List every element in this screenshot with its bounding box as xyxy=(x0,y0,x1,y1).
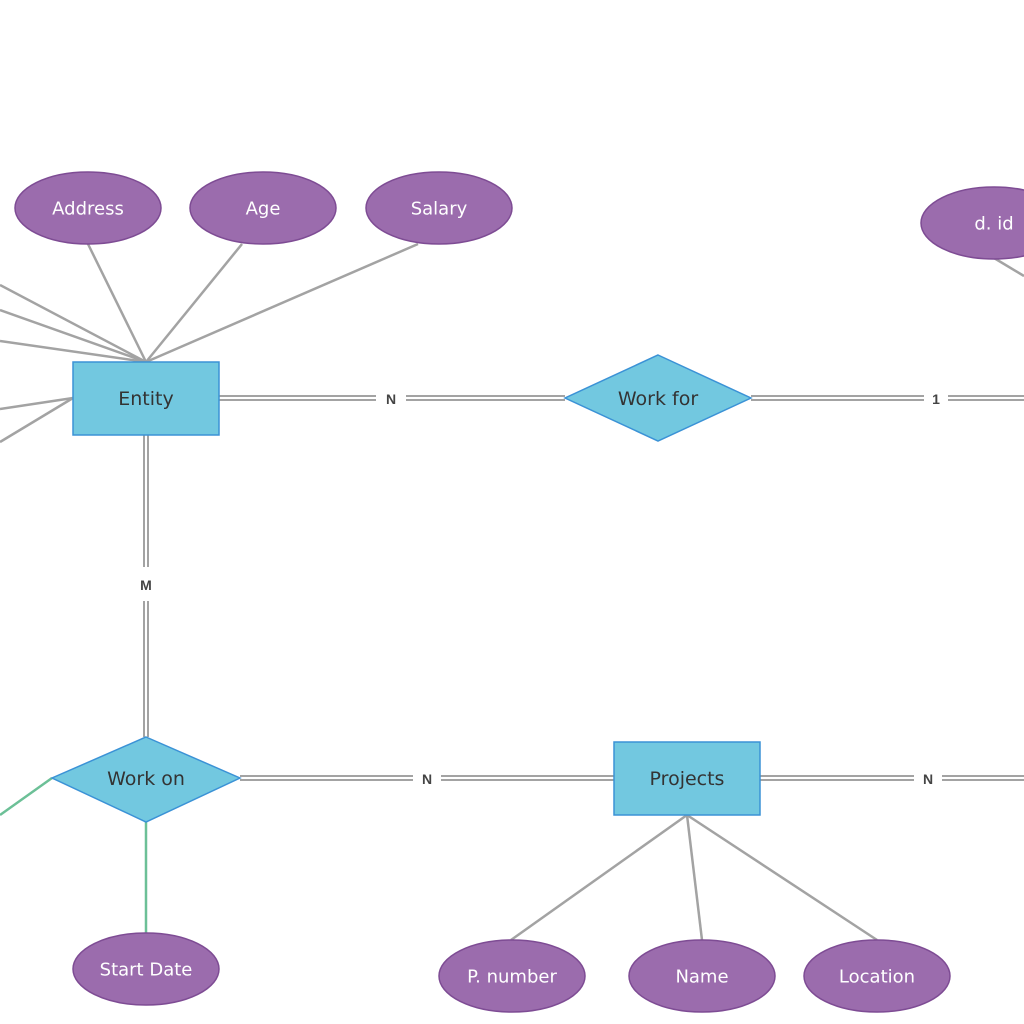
entity-label: Projects xyxy=(650,768,725,790)
attribute-label: Location xyxy=(839,967,915,988)
cardinality-label: N xyxy=(422,771,432,787)
cardinality-label: N xyxy=(386,391,396,407)
relationship-work-on[interactable]: Work on xyxy=(50,736,242,823)
connector-name xyxy=(685,814,704,941)
cardinality-workfor-right: 1 xyxy=(924,388,948,408)
cardinality-entity-workfor: N xyxy=(376,388,406,408)
cardinality-workon-projects: N xyxy=(413,768,441,788)
er-diagram-canvas: N 1 M N N Entity Projects Work for Work … xyxy=(0,171,1024,1013)
connector-salary xyxy=(145,242,419,364)
cardinality-labels: N 1 M N N xyxy=(134,388,948,788)
cardinality-entity-workon: M xyxy=(134,567,158,601)
attribute-salary[interactable]: Salary xyxy=(365,171,513,245)
attribute-start-date[interactable]: Start Date xyxy=(72,932,220,1006)
attribute-d-id[interactable]: d. id xyxy=(920,186,1024,260)
connector-offscreen-rel-attr xyxy=(0,776,53,817)
attribute-label: Age xyxy=(246,199,281,220)
cardinality-label: 1 xyxy=(932,391,940,407)
relationship-label: Work on xyxy=(107,768,185,790)
connector-location xyxy=(686,813,878,942)
attribute-location[interactable]: Location xyxy=(803,939,951,1013)
attribute-p-number[interactable]: P. number xyxy=(438,939,586,1013)
attribute-label: P. number xyxy=(467,967,557,988)
relationship-connectors xyxy=(143,395,1024,781)
attribute-age[interactable]: Age xyxy=(189,171,337,245)
cardinality-label: M xyxy=(140,577,152,593)
attribute-label: Address xyxy=(52,199,124,220)
attribute-label: Salary xyxy=(411,199,468,220)
connector-age xyxy=(145,243,243,363)
relationship-label: Work for xyxy=(618,388,698,410)
relationship-work-for[interactable]: Work for xyxy=(563,354,753,442)
attribute-label: d. id xyxy=(974,214,1013,235)
connector-p-number xyxy=(510,813,688,942)
entity-label: Entity xyxy=(118,388,173,410)
cardinality-projects-right: N xyxy=(914,768,942,788)
attribute-address[interactable]: Address xyxy=(14,171,162,245)
cardinality-label: N xyxy=(923,771,933,787)
connector-d-id xyxy=(993,256,1024,278)
attribute-name[interactable]: Name xyxy=(628,939,776,1013)
attribute-label: Start Date xyxy=(100,960,193,981)
attribute-label: Name xyxy=(675,967,728,988)
entity-entity[interactable]: Entity xyxy=(72,361,220,436)
entity-projects[interactable]: Projects xyxy=(613,741,761,816)
